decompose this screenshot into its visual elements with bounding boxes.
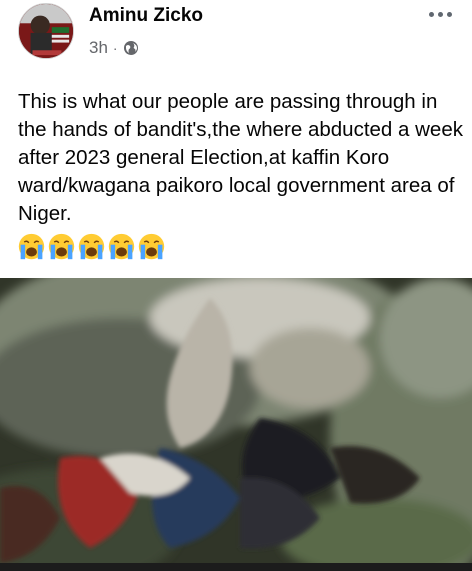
avatar-image xyxy=(19,4,73,58)
more-options-button[interactable] xyxy=(422,2,458,26)
post-time[interactable]: 3h xyxy=(89,38,108,58)
emoji-row xyxy=(17,232,166,266)
post-meta: 3h · xyxy=(89,37,139,59)
crying-face-icon xyxy=(138,233,165,260)
more-dot-icon xyxy=(437,11,443,17)
post-photo[interactable] xyxy=(0,278,472,563)
photo-content xyxy=(0,278,472,563)
crying-face-icon xyxy=(78,233,105,260)
more-dot-icon xyxy=(446,11,452,17)
meta-separator: · xyxy=(112,40,118,56)
author-avatar[interactable] xyxy=(18,3,74,59)
post-text: This is what our people are passing thro… xyxy=(18,90,463,225)
bottom-edge xyxy=(0,563,472,571)
crying-face-icon xyxy=(48,233,75,260)
author-name[interactable]: Aminu Zicko xyxy=(89,5,203,27)
post-header: Aminu Zicko 3h · xyxy=(0,0,472,70)
globe-icon[interactable] xyxy=(123,40,139,56)
more-dot-icon xyxy=(428,11,434,17)
crying-face-icon xyxy=(18,233,45,260)
crying-face-icon xyxy=(108,233,135,260)
